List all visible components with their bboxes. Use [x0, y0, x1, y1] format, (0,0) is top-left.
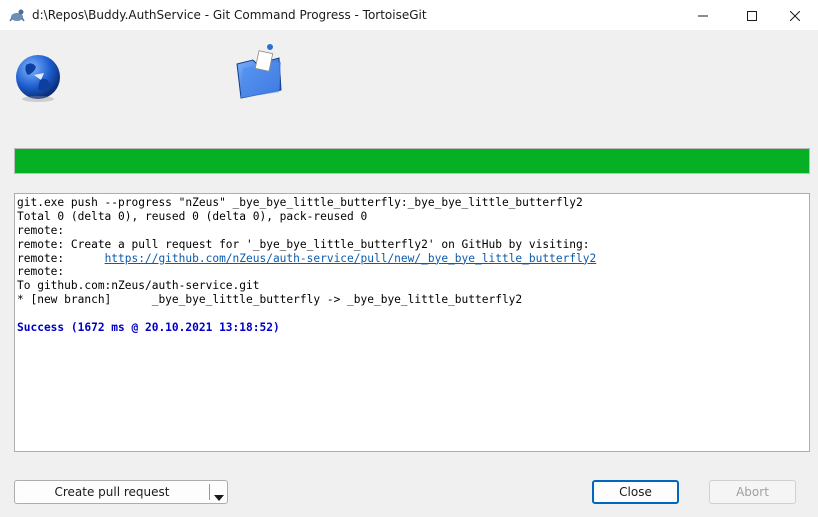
create-pull-request-split-button[interactable]: Create pull request	[14, 480, 228, 504]
create-pull-request-label[interactable]: Create pull request	[15, 485, 209, 499]
window-title: d:\Repos\Buddy.AuthService - Git Command…	[32, 8, 427, 22]
pull-request-link[interactable]: https://github.com/nZeus/auth-service/pu…	[105, 252, 597, 265]
title-bar: d:\Repos\Buddy.AuthService - Git Command…	[0, 0, 818, 30]
maximize-icon	[747, 6, 757, 25]
tortoisegit-icon	[9, 7, 25, 23]
log-line: * [new branch] _bye_bye_little_butterfly…	[17, 293, 523, 307]
log-line: remote: Create a pull request for '_bye_…	[17, 237, 590, 251]
split-separator	[209, 484, 210, 500]
log-line: remote:	[17, 223, 65, 237]
close-window-button[interactable]	[772, 0, 818, 30]
log-line: To github.com:nZeus/auth-service.git	[17, 279, 260, 293]
close-button[interactable]: Close	[592, 480, 679, 504]
maximize-button[interactable]	[729, 0, 775, 30]
log-line: Total 0 (delta 0), reused 0 (delta 0), p…	[17, 209, 368, 223]
abort-button[interactable]: Abort	[709, 480, 796, 504]
log-line: remote:	[17, 265, 65, 279]
folder-icon	[233, 42, 285, 102]
minimize-icon	[698, 6, 708, 25]
log-line: git.exe push --progress "nZeus" _bye_bye…	[17, 196, 583, 209]
chevron-down-icon[interactable]	[214, 490, 224, 504]
progress-fill	[15, 149, 809, 173]
globe-icon	[14, 53, 62, 103]
close-icon	[789, 6, 801, 25]
minimize-button[interactable]	[680, 0, 726, 30]
log-line-prefix: remote:	[17, 251, 105, 265]
progress-bar	[14, 148, 810, 174]
log-line-with-link: remote: https://github.com/nZeus/auth-se…	[17, 252, 809, 266]
output-log[interactable]: git.exe push --progress "nZeus" _bye_bye…	[14, 193, 810, 452]
success-message: Success (1672 ms @ 20.10.2021 13:18:52)	[17, 321, 280, 335]
